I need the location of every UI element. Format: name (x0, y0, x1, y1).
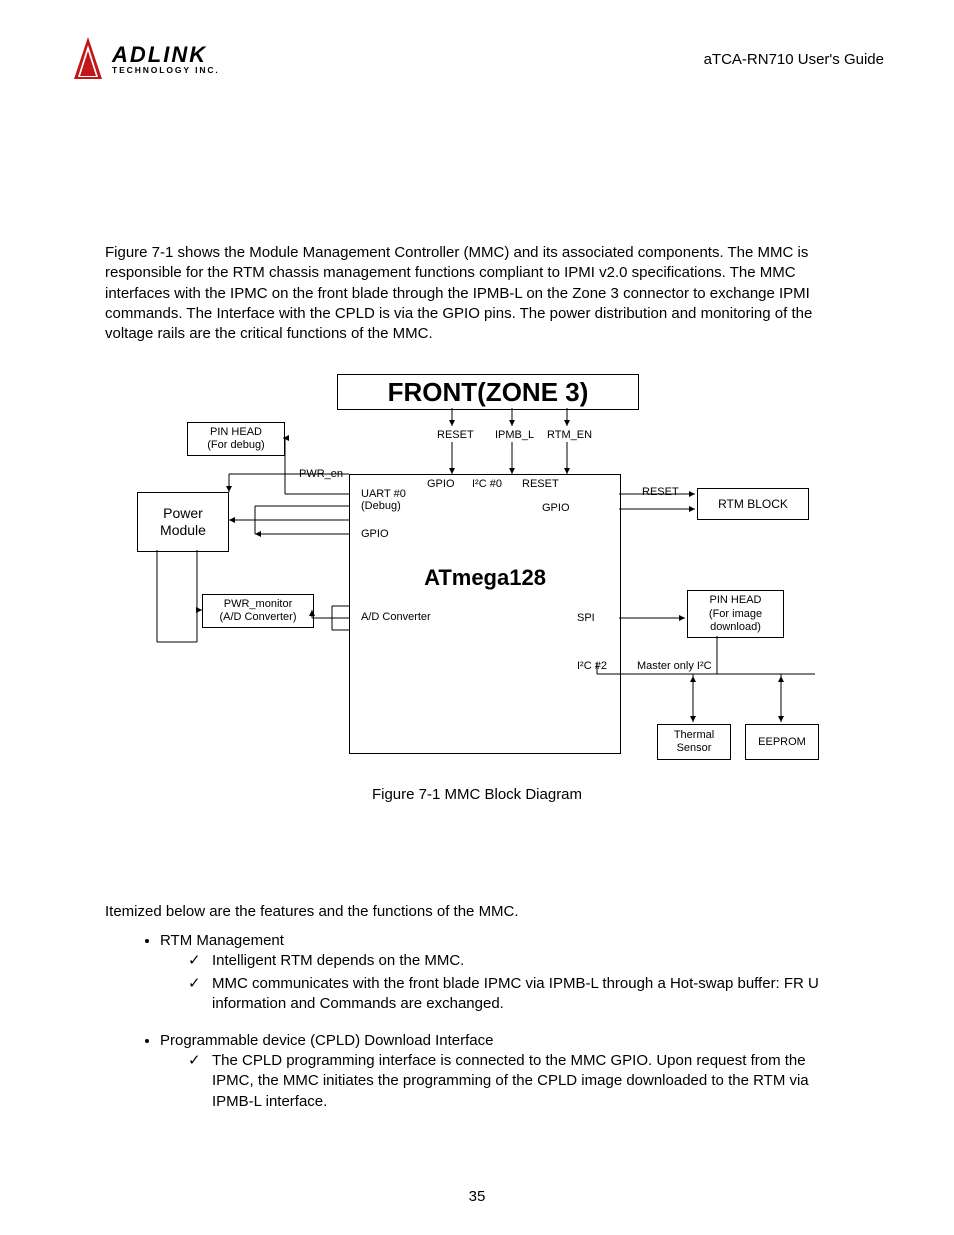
feature-0-item-0: Intelligent RTM depends on the MMC. (188, 951, 849, 971)
feature-1-title: Programmable device (CPLD) Download Inte… (160, 1032, 493, 1049)
lbl-reset-top: RESET (437, 429, 474, 441)
lbl-master-i2c: Master only I²C (637, 660, 712, 672)
intro-paragraph: Figure 7-1 shows the Module Management C… (105, 243, 849, 344)
lbl-gpio3: GPIO (361, 528, 389, 540)
lbl-rtm-en: RTM_EN (547, 429, 592, 441)
pinhead-image-l1: PIN HEAD (710, 594, 762, 607)
front-zone3-box: FRONT(ZONE 3) (337, 374, 639, 410)
pinhead-image-l3: download) (710, 621, 761, 634)
logo-triangle-icon (70, 35, 106, 83)
document-page: ADLINK TECHNOLOGY INC. aTCA-RN710 User's… (0, 0, 954, 1235)
feature-1-item-0: The CPLD programming interface is connec… (188, 1051, 849, 1112)
features-list: RTM Management Intelligent RTM depends o… (160, 932, 849, 1112)
pinhead-debug-l2: (For debug) (207, 439, 264, 452)
feature-0-title: RTM Management (160, 932, 284, 949)
thermal-l2: Sensor (677, 742, 712, 755)
pwr-monitor-l2: (A/D Converter) (219, 611, 296, 624)
power-module-l1: Power (163, 505, 203, 522)
front-zone3-label: FRONT(ZONE 3) (388, 377, 589, 408)
lbl-gpio2: GPIO (542, 502, 570, 514)
features-intro: Itemized below are the features and the … (105, 903, 849, 920)
lbl-ad-conv: A/D Converter (361, 611, 431, 623)
rtm-block-label: RTM BLOCK (718, 497, 788, 511)
pinhead-image-box: PIN HEAD (For image download) (687, 590, 784, 638)
feature-0: RTM Management Intelligent RTM depends o… (160, 932, 849, 1014)
company-logo: ADLINK TECHNOLOGY INC. (70, 35, 220, 83)
pwr-monitor-box: PWR_monitor (A/D Converter) (202, 594, 314, 628)
lbl-reset-right: RESET (642, 486, 679, 498)
logo-main-text: ADLINK (112, 44, 220, 66)
pinhead-image-l2: (For image (709, 608, 762, 621)
pinhead-debug-l1: PIN HEAD (210, 426, 262, 439)
feature-0-item-1: MMC communicates with the front blade IP… (188, 974, 849, 1015)
lbl-i2c0: I²C #0 (472, 478, 502, 490)
figure-caption: Figure 7-1 MMC Block Diagram (137, 786, 817, 803)
figure-7-1: FRONT(ZONE 3) ATmega128 PIN HEAD (For de… (137, 374, 817, 803)
eeprom-box: EEPROM (745, 724, 819, 760)
lbl-i2c2: I²C #2 (577, 660, 607, 672)
lbl-ipmb-l: IPMB_L (495, 429, 534, 441)
atmega128-label: ATmega128 (424, 565, 546, 591)
lbl-spi: SPI (577, 612, 595, 624)
feature-1: Programmable device (CPLD) Download Inte… (160, 1032, 849, 1112)
logo-sub-text: TECHNOLOGY INC. (112, 66, 220, 75)
pinhead-debug-box: PIN HEAD (For debug) (187, 422, 285, 456)
lbl-gpio1: GPIO (427, 478, 455, 490)
lbl-pwr-en: PWR_en (299, 468, 343, 480)
pwr-monitor-l1: PWR_monitor (224, 598, 292, 611)
mmc-block-diagram: FRONT(ZONE 3) ATmega128 PIN HEAD (For de… (137, 374, 817, 774)
page-header: ADLINK TECHNOLOGY INC. aTCA-RN710 User's… (70, 35, 884, 83)
power-module-l2: Module (160, 522, 206, 539)
document-title: aTCA-RN710 User's Guide (704, 51, 884, 68)
eeprom-label: EEPROM (758, 736, 806, 749)
lbl-reset-mid: RESET (522, 478, 559, 490)
thermal-l1: Thermal (674, 729, 714, 742)
lbl-uart0-l1: UART #0 (361, 488, 406, 500)
rtm-block-box: RTM BLOCK (697, 488, 809, 520)
thermal-sensor-box: Thermal Sensor (657, 724, 731, 760)
power-module-box: Power Module (137, 492, 229, 552)
features-section: Itemized below are the features and the … (105, 903, 849, 1112)
lbl-uart0-l2: (Debug) (361, 500, 401, 512)
page-number: 35 (0, 1188, 954, 1205)
